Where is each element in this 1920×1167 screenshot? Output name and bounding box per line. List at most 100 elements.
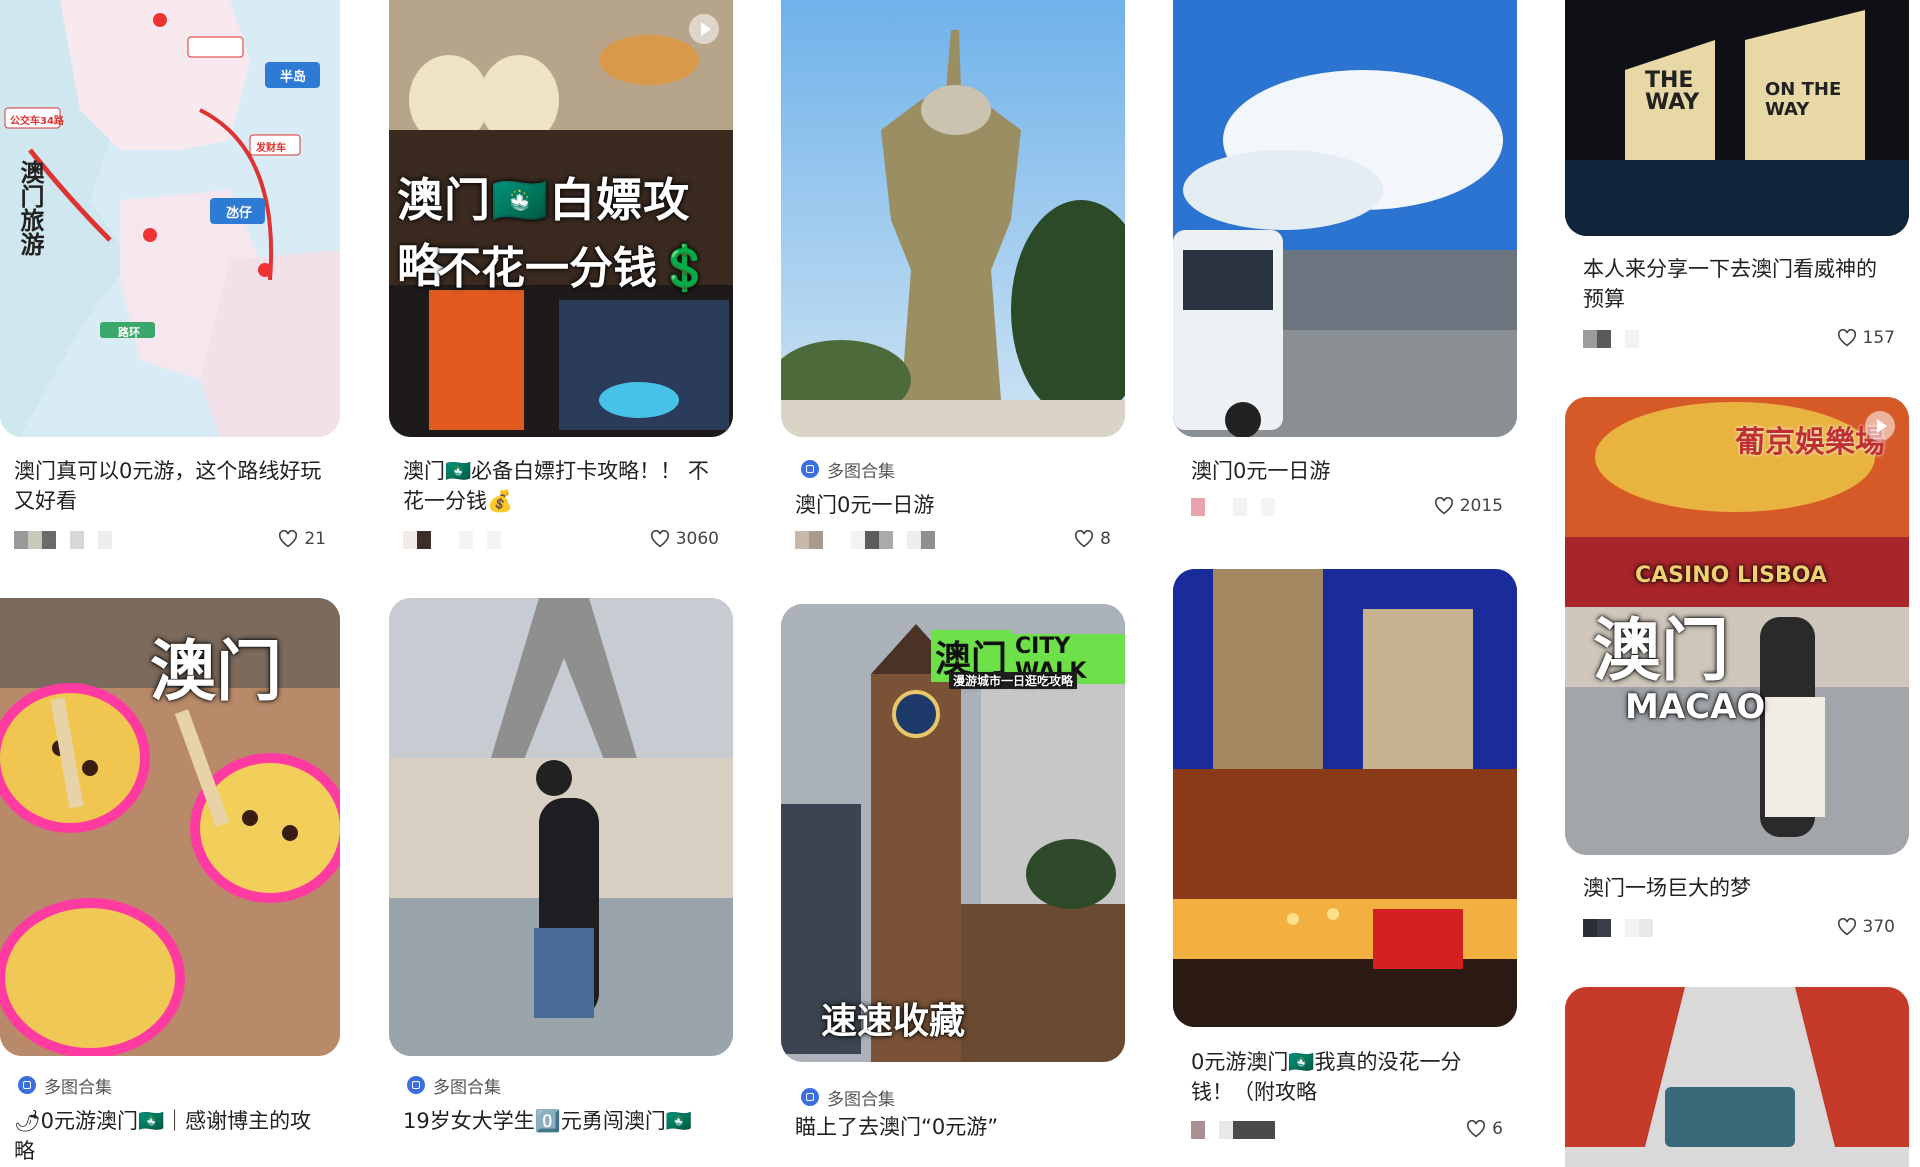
like-count: 3060 — [675, 529, 719, 549]
heart-icon — [1837, 918, 1856, 936]
card-cover-image[interactable] — [1565, 987, 1909, 1167]
map-label-peninsula: 半岛 — [280, 70, 307, 85]
concert-stage-photo — [1565, 0, 1909, 236]
cover-text-on-the-way: ON THE WAY — [1765, 79, 1842, 120]
card-title[interactable]: 本人来分享一下去澳门看威神的预算 — [1583, 254, 1895, 314]
like-button[interactable]: 3060 — [650, 529, 719, 549]
multi-image-tag: 多图合集 — [801, 1086, 895, 1110]
cover-title-text: 澳门 — [150, 633, 282, 710]
gallery-icon — [407, 1076, 425, 1094]
avatar[interactable] — [1191, 1121, 1275, 1139]
map-label-bus34: 公交车34路 — [10, 116, 64, 127]
cover-collect-text: 速速收藏 — [821, 1001, 966, 1042]
card-title[interactable]: 澳门真可以0元游，这个路线好玩又好看 — [14, 456, 326, 516]
map-label-taipa: 氹仔 — [226, 206, 253, 221]
card-meta: 8 — [795, 529, 1111, 555]
note-card[interactable]: 多图合集 澳门0元一日游 8 — [781, 0, 1125, 580]
like-button[interactable]: 370 — [1837, 917, 1895, 937]
heart-icon — [1467, 1120, 1486, 1138]
note-card[interactable]: 澳门旅游 半岛 氹仔 路环 公交车34路 发财车 澳门真可以0元游，这个路线好玩… — [0, 0, 340, 580]
cover-text-casino-lisboa: CASINO LISBOA — [1635, 563, 1827, 588]
bus-photo — [1173, 0, 1517, 437]
multi-image-tag: 多图合集 — [18, 1074, 112, 1098]
card-cover-image[interactable] — [389, 598, 733, 1056]
avatar[interactable] — [795, 531, 935, 549]
card-title[interactable]: 🌶0元游澳门🇲🇴｜感谢博主的攻略 — [14, 1106, 326, 1166]
like-count: 6 — [1492, 1119, 1503, 1139]
tag-label: 多图合集 — [827, 1089, 895, 1110]
card-title[interactable]: 澳门0元一日游 — [1191, 456, 1503, 486]
heart-icon — [1434, 497, 1453, 515]
card-meta: 157 — [1583, 328, 1895, 354]
gallery-icon — [801, 460, 819, 478]
heart-icon — [1075, 530, 1094, 548]
like-count: 2015 — [1459, 496, 1503, 516]
like-button[interactable]: 157 — [1837, 328, 1895, 348]
card-meta: 2015 — [1191, 496, 1503, 522]
like-button[interactable]: 21 — [278, 529, 326, 549]
card-meta: 3060 — [403, 529, 719, 555]
multi-image-tag: 多图合集 — [801, 458, 895, 482]
card-title[interactable]: 0元游澳门🇲🇴我真的没花一分钱！（附攻略 — [1191, 1047, 1503, 1107]
note-card[interactable]: CASINO LISBOA 葡京娛樂場 澳门 MACAO 澳门一场巨大的梦 37… — [1565, 397, 1909, 947]
tag-label: 多图合集 — [433, 1077, 501, 1098]
avatar[interactable] — [14, 531, 112, 549]
card-cover-image[interactable] — [781, 0, 1125, 437]
map-label-shuttle: 发财车 — [256, 143, 286, 154]
map-label-coloane: 路环 — [118, 326, 140, 339]
like-button[interactable]: 6 — [1466, 1119, 1503, 1139]
like-count: 8 — [1100, 529, 1111, 549]
cover-title-macau: 澳门 — [1593, 612, 1730, 691]
like-count: 157 — [1862, 328, 1895, 348]
grand-lisboa-photo — [781, 0, 1125, 437]
tag-label: 多图合集 — [44, 1077, 112, 1098]
card-cover-image[interactable]: CASINO LISBOA 葡京娛樂場 澳门 MACAO — [1565, 397, 1909, 855]
avatar[interactable] — [403, 531, 501, 549]
avatar[interactable] — [1191, 498, 1275, 516]
cover-title-line2: 不花一分钱💲 — [437, 243, 712, 294]
card-cover-image[interactable] — [1173, 569, 1517, 1027]
card-cover-image[interactable]: 澳门 — [0, 598, 340, 1056]
card-title[interactable]: 19岁女大学生0️⃣元勇闯澳门🇲🇴 — [403, 1106, 719, 1136]
note-card[interactable] — [1565, 987, 1909, 1167]
gallery-icon — [801, 1088, 819, 1106]
card-title[interactable]: 澳门🇲🇴必备白嫖打卡攻略！！ 不花一分钱💰 — [403, 456, 719, 516]
video-play-icon — [1865, 411, 1895, 441]
cover-text-macao: MACAO — [1625, 687, 1766, 727]
like-count: 21 — [304, 529, 326, 549]
heart-icon — [279, 530, 298, 548]
tag-label: 多图合集 — [827, 461, 895, 482]
note-card[interactable]: 多图合集 19岁女大学生0️⃣元勇闯澳门🇲🇴 — [389, 598, 733, 1147]
note-card[interactable]: 澳门 CITY WALK 漫游城市一日逛吃攻略 速速收藏 多图合集 瞄上了去澳门… — [781, 604, 1125, 1147]
venetian-night-photo — [1173, 569, 1517, 1027]
card-cover-image[interactable]: 澳门旅游 半岛 氹仔 路环 公交车34路 发财车 — [0, 0, 340, 437]
eiffel-tower-photo — [389, 598, 733, 1056]
note-card[interactable]: 澳门 多图合集 🌶0元游澳门🇲🇴｜感谢博主的攻略 — [0, 598, 340, 1163]
heart-icon — [650, 530, 669, 548]
like-button[interactable]: 2015 — [1434, 496, 1503, 516]
note-card[interactable]: 0元游澳门🇲🇴我真的没花一分钱！（附攻略 6 — [1173, 569, 1517, 1147]
like-button[interactable]: 8 — [1074, 529, 1111, 549]
cover-vertical-text: 澳门旅游 — [16, 160, 44, 256]
note-card[interactable]: 澳门🇲🇴白嫖攻略 不花一分钱💲 澳门🇲🇴必备白嫖打卡攻略！！ 不花一分钱💰 30… — [389, 0, 733, 580]
card-meta: 6 — [1191, 1119, 1503, 1145]
cover-text-casino-chinese: 葡京娛樂場 — [1735, 425, 1885, 460]
card-title[interactable]: 瞄上了去澳门“0元游” — [795, 1112, 1111, 1142]
gallery-icon — [18, 1076, 36, 1094]
cover-text-the-way: THE WAY — [1645, 68, 1700, 115]
card-meta: 370 — [1583, 917, 1895, 943]
card-cover-image[interactable]: 澳门🇲🇴白嫖攻略 不花一分钱💲 — [389, 0, 733, 437]
multi-image-tag: 多图合集 — [407, 1074, 501, 1098]
card-title[interactable]: 澳门0元一日游 — [795, 490, 1111, 520]
card-cover-image[interactable] — [1173, 0, 1517, 437]
card-meta: 21 — [14, 529, 326, 555]
note-card[interactable]: THE WAY ON THE WAY 本人来分享一下去澳门看威神的预算 157 — [1565, 0, 1909, 360]
card-cover-image[interactable]: THE WAY ON THE WAY — [1565, 0, 1909, 236]
street-photo — [1565, 987, 1909, 1167]
card-cover-image[interactable]: 澳门 CITY WALK 漫游城市一日逛吃攻略 速速收藏 — [781, 604, 1125, 1062]
avatar[interactable] — [1583, 330, 1639, 348]
avatar[interactable] — [1583, 919, 1667, 937]
note-card[interactable]: 澳门0元一日游 2015 — [1173, 0, 1517, 540]
cover-subtitle: 漫游城市一日逛吃攻略 — [949, 672, 1078, 689]
card-title[interactable]: 澳门一场巨大的梦 — [1583, 873, 1895, 903]
